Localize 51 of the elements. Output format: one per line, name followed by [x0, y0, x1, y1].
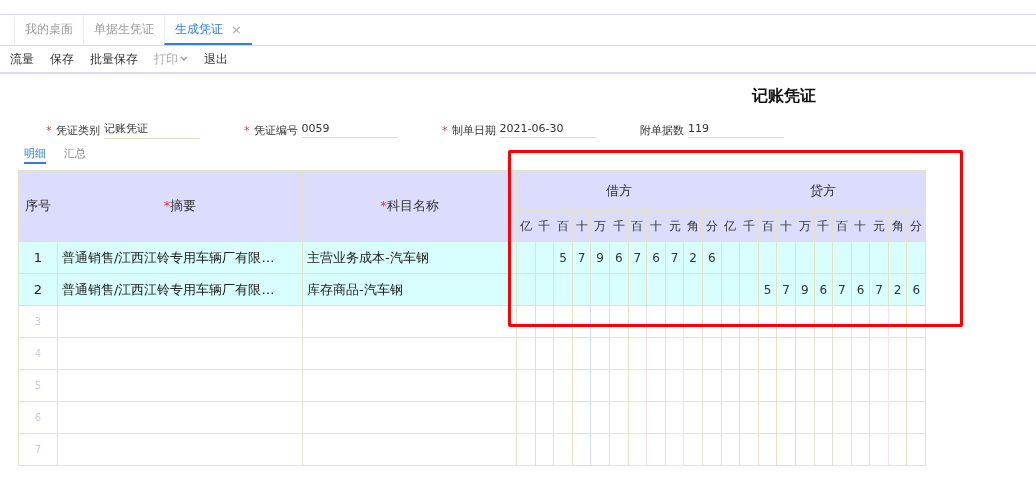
- digit: 7: [875, 282, 883, 297]
- sub-tab[interactable]: 明细: [24, 146, 46, 164]
- digit: 7: [782, 282, 790, 297]
- digit: 2: [689, 250, 697, 265]
- table-cell: 普通销售/江西江铃专用车辆厂有限…: [62, 281, 275, 297]
- required-mark: *: [46, 123, 52, 137]
- digit: 7: [670, 250, 679, 265]
- voucher-title: 记账凭证: [750, 85, 817, 107]
- digit: 6: [856, 282, 865, 297]
- input-field[interactable]: 2021-06-30: [499, 122, 596, 138]
- tab-label: 单据生凭证: [94, 20, 154, 38]
- required-mark: *: [244, 123, 250, 137]
- sub-tab[interactable]: 汇总: [64, 146, 86, 164]
- column-header: *摘要: [57, 170, 303, 242]
- column-header: 借方: [516, 170, 722, 211]
- table-cell: 普通销售/江西江铃专用车辆厂有限…: [62, 249, 275, 265]
- digit: 5: [559, 250, 567, 265]
- column-header: *科目名称: [302, 170, 517, 242]
- digit: 9: [596, 250, 604, 265]
- digit: 6: [614, 250, 623, 265]
- input-field[interactable]: 0059: [301, 122, 398, 138]
- digit: 2: [893, 282, 902, 297]
- digit: 6: [912, 282, 921, 297]
- input-field[interactable]: 119: [688, 122, 784, 138]
- required-mark: *: [442, 123, 448, 137]
- field-label: 制单日期: [451, 122, 496, 138]
- input-field[interactable]: 记账凭证: [103, 121, 200, 139]
- digit: 6: [819, 282, 828, 297]
- table-cell: 库存商品-汽车钢: [307, 281, 403, 297]
- field-label: 附单据数: [640, 122, 684, 138]
- field-label: 凭证类别: [55, 122, 100, 138]
- toolbar-button[interactable]: 退出: [204, 50, 228, 68]
- digit: 5: [763, 282, 772, 297]
- column-header: 贷方: [721, 170, 926, 211]
- digit: 6: [707, 250, 716, 265]
- column-header: 序号: [18, 170, 58, 242]
- tab-label: 我的桌面: [25, 20, 73, 38]
- row-number: 1: [18, 241, 58, 274]
- toolbar-button[interactable]: 流量: [10, 50, 34, 68]
- digit: 7: [633, 250, 642, 265]
- digit: 7: [577, 250, 586, 265]
- digit: 6: [652, 250, 660, 265]
- digit: 9: [800, 282, 809, 297]
- field-label: 凭证编号: [253, 122, 298, 138]
- row-number: 2: [18, 273, 58, 306]
- digit: 7: [838, 282, 846, 297]
- table-cell: 主营业务成本-汽车钢: [307, 249, 429, 265]
- toolbar-button[interactable]: 批量保存: [90, 50, 138, 68]
- toolbar-button[interactable]: 保存: [50, 50, 74, 68]
- tab-label: 生成凭证: [175, 20, 223, 38]
- tab[interactable]: 生成凭证 ×: [164, 15, 252, 45]
